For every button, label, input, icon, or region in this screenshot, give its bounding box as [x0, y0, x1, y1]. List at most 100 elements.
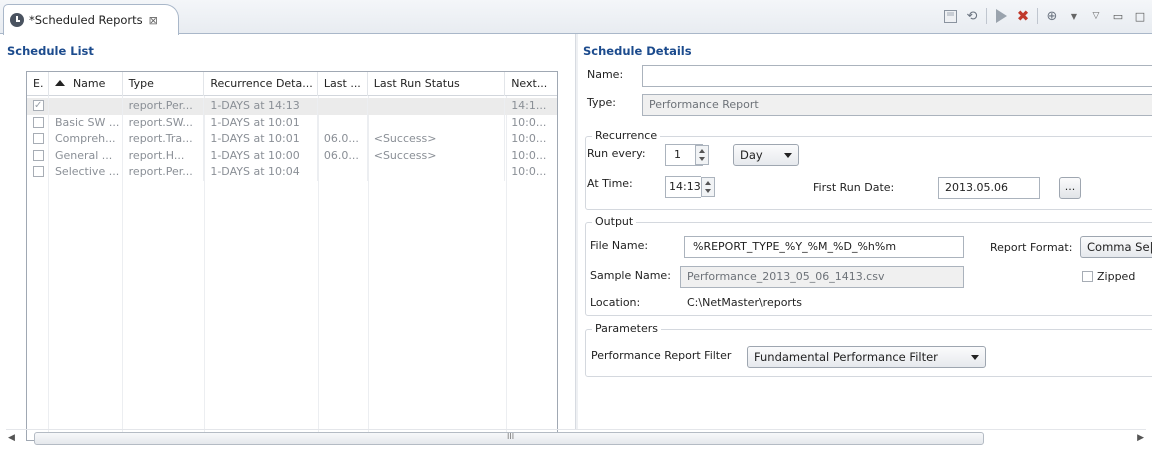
- table-row[interactable]: Selective ... report.Per... 1-DAYS at 10:0…: [27, 164, 557, 181]
- row-next-run: 10:0...: [511, 132, 547, 145]
- row-last-run: 06.0...: [318, 131, 368, 148]
- row-last-run: [318, 114, 368, 131]
- row-last-run-status: [368, 114, 506, 131]
- name-field[interactable]: [642, 65, 1152, 87]
- toolbar-separator: [986, 8, 987, 24]
- column-name[interactable]: Name: [49, 72, 123, 96]
- add-schedule-icon[interactable]: ⊕: [1044, 8, 1060, 24]
- toolbar-separator: [1037, 8, 1038, 24]
- scroll-left-icon[interactable]: ◀: [8, 433, 15, 443]
- scroll-right-icon[interactable]: ▶: [1137, 433, 1144, 443]
- type-field: Performance Report: [642, 94, 1152, 116]
- row-name: [49, 98, 123, 115]
- row-type: report.Per...: [123, 98, 205, 115]
- at-time-stepper[interactable]: [701, 177, 715, 197]
- clock-icon: [10, 13, 24, 27]
- table-body: report.Per...1-DAYS at 14:1314:1...Basic…: [27, 98, 557, 181]
- row-next-run: 14:1...: [511, 99, 547, 112]
- row-type: report.Tra...: [123, 131, 205, 148]
- schedule-details-title: Schedule Details: [583, 44, 692, 58]
- report-format-select[interactable]: Comma Se|: [1080, 236, 1152, 258]
- view-menu-icon[interactable]: ▽: [1088, 8, 1104, 24]
- table-row[interactable]: General ... report.H... 1-DAYS at 10:00 06.…: [27, 147, 557, 164]
- row-last-run-status: <Success>: [368, 131, 506, 148]
- minimize-icon[interactable]: ▭: [1110, 8, 1126, 24]
- table-row[interactable]: Compreh... report.Tra... 1-DAYS at 10:01 06…: [27, 131, 557, 148]
- tab-title: *Scheduled Reports: [29, 13, 143, 27]
- scrollbar-grip: III: [507, 432, 515, 441]
- row-last-run-status: <Success>: [368, 147, 506, 164]
- report-format-label: Report Format:: [990, 241, 1073, 254]
- editor-tab-bar: *Scheduled Reports ⊠ ⟲ ✖ ⊕ ▼ ▽ ▭ □: [0, 0, 1152, 35]
- column-next-run[interactable]: Next...: [505, 72, 557, 96]
- tab-scheduled-reports[interactable]: *Scheduled Reports ⊠: [3, 4, 179, 35]
- chevron-down-icon[interactable]: ▼: [1066, 8, 1082, 24]
- row-enabled-checkbox[interactable]: [27, 164, 49, 181]
- first-run-date-field[interactable]: 2013.05.06: [938, 177, 1040, 199]
- column-name-label: Name: [72, 77, 106, 90]
- recurrence-group-title: Recurrence: [592, 129, 661, 142]
- row-recurrence: 1-DAYS at 10:00: [204, 147, 318, 164]
- location-label: Location:: [590, 296, 641, 309]
- run-every-stepper[interactable]: [695, 145, 709, 165]
- sample-name-field: Performance_2013_05_06_1413.csv: [680, 266, 964, 288]
- row-type: report.H...: [123, 147, 205, 164]
- enabled-checkbox[interactable]: [33, 116, 44, 128]
- enabled-checkbox[interactable]: [33, 98, 44, 115]
- schedule-table[interactable]: E. Name Type Recurrence Deta... Last ...…: [26, 71, 558, 441]
- date-picker-button[interactable]: ...: [1059, 177, 1081, 199]
- column-recurrence[interactable]: Recurrence Deta...: [204, 72, 318, 96]
- location-value: C:\NetMaster\reports: [687, 296, 803, 309]
- enabled-checkbox[interactable]: [33, 149, 44, 161]
- schedule-details-panel: Schedule Details Name: Type: Performance…: [578, 34, 1152, 429]
- horizontal-scrollbar[interactable]: ◀ III ▶: [6, 429, 1146, 446]
- row-enabled-checkbox[interactable]: [27, 98, 49, 115]
- at-time-input[interactable]: 14:13: [665, 176, 701, 198]
- run-every-label: Run every:: [587, 147, 646, 160]
- parameters-group-title: Parameters: [592, 322, 661, 335]
- enabled-checkbox[interactable]: [33, 133, 44, 144]
- at-time-label: At Time:: [587, 177, 633, 190]
- row-enabled-checkbox[interactable]: [27, 114, 49, 131]
- row-type: report.SW...: [123, 114, 205, 131]
- run-button[interactable]: [993, 8, 1009, 24]
- row-recurrence: 1-DAYS at 10:01: [204, 114, 318, 131]
- delete-icon[interactable]: ✖: [1015, 7, 1031, 25]
- row-recurrence: 1-DAYS at 10:04: [204, 164, 318, 181]
- row-recurrence: 1-DAYS at 10:01: [204, 131, 318, 148]
- row-name: Basic SW ...: [49, 114, 123, 131]
- table-header: E. Name Type Recurrence Deta... Last ...…: [27, 72, 557, 96]
- save-button[interactable]: [942, 8, 958, 24]
- chevron-down-icon: [971, 355, 979, 360]
- sample-name-label: Sample Name:: [590, 269, 671, 282]
- close-icon[interactable]: ⊠: [149, 14, 158, 27]
- column-last-run-status[interactable]: Last Run Status: [368, 72, 506, 96]
- maximize-icon[interactable]: □: [1132, 8, 1148, 24]
- row-name: Selective ...: [49, 164, 123, 181]
- row-name: Compreh...: [49, 131, 123, 148]
- performance-filter-select[interactable]: Fundamental Performance Filter: [747, 346, 986, 368]
- refresh-button[interactable]: ⟲: [964, 8, 980, 24]
- table-row[interactable]: Basic SW ... report.SW... 1-DAYS at 10:01 1…: [27, 114, 557, 131]
- row-next-run: 10:0...: [511, 148, 547, 162]
- row-type: report.Per...: [123, 164, 205, 181]
- save-icon: [943, 9, 957, 23]
- file-name-input[interactable]: %REPORT_TYPE_%Y_%M_%D_%h%m: [684, 236, 964, 258]
- row-enabled-checkbox[interactable]: [27, 147, 49, 164]
- scrollbar-thumb[interactable]: III: [34, 432, 984, 445]
- zipped-checkbox[interactable]: [1082, 271, 1093, 282]
- column-type[interactable]: Type: [123, 72, 205, 96]
- refresh-icon: ⟲: [966, 8, 978, 24]
- enabled-checkbox[interactable]: [33, 166, 44, 177]
- column-enabled[interactable]: E.: [27, 72, 49, 96]
- scheduled-reports-editor: *Scheduled Reports ⊠ ⟲ ✖ ⊕ ▼ ▽ ▭ □ Sched…: [0, 0, 1152, 451]
- table-row[interactable]: report.Per...1-DAYS at 14:13 14:1...: [27, 98, 557, 115]
- recurrence-unit-select[interactable]: Day: [733, 144, 799, 166]
- chevron-down-icon: [784, 153, 792, 158]
- schedule-list-panel: Schedule List E. Name Type Recurrence De…: [0, 34, 575, 441]
- performance-filter-label: Performance Report Filter: [591, 349, 732, 362]
- zipped-label: Zipped: [1097, 270, 1136, 283]
- row-enabled-checkbox[interactable]: [27, 131, 49, 148]
- column-last-run[interactable]: Last ...: [318, 72, 368, 96]
- schedule-list-title: Schedule List: [7, 44, 94, 58]
